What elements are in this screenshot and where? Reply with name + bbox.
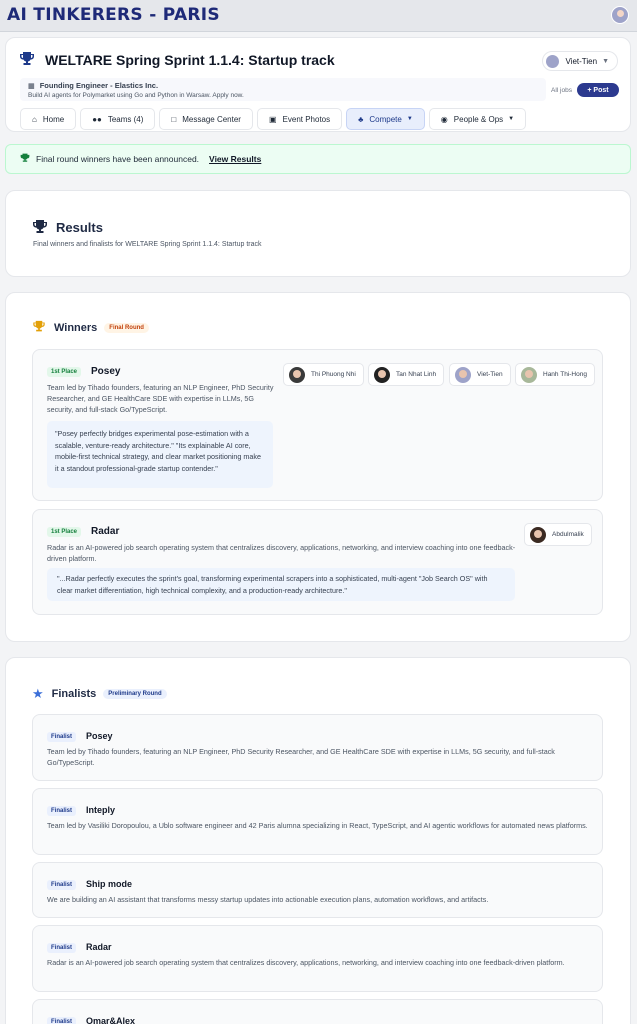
team-description: Team led by Tihado founders, featuring a… [47,383,274,414]
tab-home[interactable]: ⌂ Home [20,108,77,130]
tab-message-center[interactable]: □ Message Center [159,108,253,130]
team-description: We are building an AI assistant that tra… [47,895,489,904]
top-bar: AI TINKERERS - PARIS [0,0,637,32]
team-member[interactable]: Abdulmalik [524,523,592,546]
trophy-icon [20,153,30,165]
finalist-badge: Finalist [47,1017,77,1024]
tab-people-ops[interactable]: ◉ People & Ops ▼ [428,108,527,130]
event-title: WELTARE Spring Sprint 1.1.4: Startup tra… [45,52,335,68]
job-description: Build AI agents for Polymarket using Go … [28,92,244,99]
team-name: Radar [86,942,112,952]
avatar [521,366,537,383]
team-member[interactable]: Hanh Thi-Hong [515,363,595,386]
finalist-badge: Finalist [47,732,77,742]
judge-quote: "Posey perfectly bridges experimental po… [47,421,273,488]
finalists-header: ★ Finalists Preliminary Round [32,686,167,702]
finalist-card: Finalist Inteply Team led by Vasiliki Do… [32,788,603,855]
team-name: Inteply [86,805,116,815]
winner-card: 1st Place Radar Radar is an AI-powered j… [32,509,603,615]
finalists-section: ★ Finalists Preliminary Round Finalist P… [5,657,631,1024]
winners-header: Winners Final Round [32,320,149,336]
judge-quote: "...Radar perfectly executes the sprint'… [47,568,515,601]
tab-event-photos[interactable]: ▣ Event Photos [256,108,343,130]
tab-teams[interactable]: ●● Teams (4) [80,108,156,130]
users-icon: ●● [92,114,102,124]
job-banner[interactable]: ▦ Founding Engineer - Elastics Inc. Buil… [20,78,546,101]
team-member[interactable]: Thi Phuong Nhi [283,363,364,386]
brand-logo[interactable]: AI TINKERERS - PARIS [7,5,220,25]
trophy-icon: ♣ [358,114,364,124]
avatar [289,366,305,383]
results-subtitle: Final winners and finalists for WELTARE … [33,241,262,248]
people-icon: ◉ [440,114,448,124]
avatar [455,366,471,383]
team-name: Omar&Alex [86,1016,136,1024]
place-badge: 1st Place [47,527,82,537]
view-results-link[interactable]: View Results [209,154,261,164]
winner-card: 1st Place Posey Team led by Tihado found… [32,349,603,501]
chat-icon: □ [171,114,177,124]
team-member[interactable]: Tan Nhat Linh [368,363,445,386]
finalist-card: Finalist Radar Radar is an AI-powered jo… [32,925,603,992]
finalist-badge: Finalist [47,880,77,890]
preliminary-round-badge: Preliminary Round [103,689,167,699]
building-icon: ▦ [28,83,35,90]
winners-section: Winners Final Round 1st Place Posey Team… [5,292,631,642]
user-name: Viet-Tien [565,56,598,66]
team-name: Ship mode [86,879,133,889]
trophy-icon [19,51,35,72]
user-avatar[interactable] [611,6,629,24]
trophy-icon [32,320,46,336]
team-member[interactable]: Viet-Tien [449,363,511,386]
team-description: Radar is an AI-powered job search operat… [47,958,565,967]
team-description: Team led by Vasiliki Doropoulou, a Ublo … [47,821,588,830]
team-name: Posey [91,366,121,377]
finalists-title: Finalists [51,688,97,700]
post-button[interactable]: + Post [577,83,619,97]
team-description: Team led by Tihado founders, featuring a… [47,747,555,767]
avatar [374,366,390,383]
finalist-badge: Finalist [47,943,77,953]
team-name: Radar [91,526,120,537]
nav-tabs: ⌂ Home ●● Teams (4) □ Message Center ▣ E… [20,108,527,130]
finalist-card: Finalist Omar&Alex [32,999,603,1024]
chevron-down-icon: ▼ [508,116,515,122]
tab-compete[interactable]: ♣ Compete ▼ [346,108,425,130]
image-icon: ▣ [268,114,277,124]
alert-text: Final round winners have been announced. [36,154,200,164]
user-menu[interactable]: Viet-Tien ▼ [542,51,618,71]
event-header: WELTARE Spring Sprint 1.1.4: Startup tra… [5,37,631,132]
finalist-badge: Finalist [47,806,77,816]
avatar [546,54,560,68]
results-title: Results [56,220,103,235]
star-icon: ★ [32,686,44,701]
all-jobs-link[interactable]: All jobs [551,87,572,94]
place-badge: 1st Place [47,367,82,377]
job-title: Founding Engineer - Elastics Inc. [39,81,159,90]
home-icon: ⌂ [32,114,37,124]
chevron-down-icon: ▼ [406,116,413,122]
trophy-icon [32,219,48,239]
final-round-badge: Final Round [104,323,149,333]
finalist-card: Finalist Ship mode We are building an AI… [32,862,603,918]
results-section: Results Final winners and finalists for … [5,190,631,277]
winners-announcement-alert: Final round winners have been announced.… [5,144,631,174]
winners-title: Winners [54,322,98,334]
team-description: Radar is an AI-powered job search operat… [47,543,516,563]
chevron-down-icon: ▼ [602,57,609,65]
team-name: Posey [86,731,113,741]
avatar [530,526,546,543]
finalist-card: Finalist Posey Team led by Tihado founde… [32,714,603,781]
